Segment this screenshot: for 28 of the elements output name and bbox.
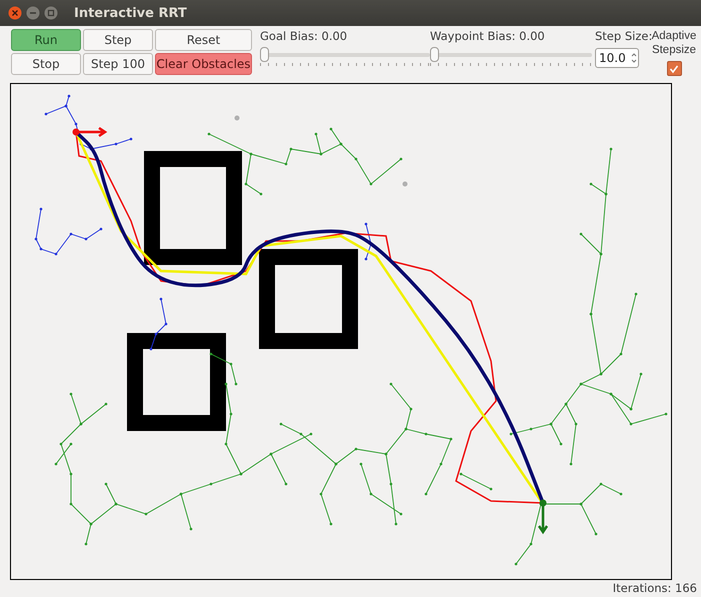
slider-thumb[interactable] [430, 47, 439, 62]
goal-arrow [538, 500, 548, 534]
waypoint-dot [234, 116, 240, 120]
minimize-icon[interactable] [26, 6, 40, 20]
rrt-canvas[interactable] [10, 83, 672, 580]
step-size-spinbox[interactable]: 10.0 [595, 48, 639, 68]
slider-label: Waypoint Bias: 0.00 [430, 29, 546, 45]
slider[interactable] [430, 47, 592, 62]
close-icon[interactable] [8, 6, 22, 20]
clear-obstacles-button[interactable]: Clear Obstacles [155, 53, 252, 75]
waypoint-dot [402, 182, 408, 186]
slider-thumb[interactable] [260, 47, 269, 62]
adaptive-stepsize-checkbox[interactable] [666, 61, 682, 76]
spin-arrows-icon[interactable] [630, 51, 638, 65]
slider[interactable] [260, 47, 430, 62]
maximize-icon[interactable] [44, 6, 58, 20]
check-icon [669, 64, 679, 74]
toolbar-button[interactable]: Step [83, 29, 153, 51]
run-button[interactable]: Run [11, 29, 81, 51]
adaptive-stepsize-label: Adaptive Stepsize [651, 29, 697, 57]
start-arrow [72, 126, 108, 138]
slider-label: Goal Bias: 0.00 [260, 29, 348, 45]
toolbar-button[interactable]: Stop [11, 53, 81, 75]
iterations-count: Iterations: 166 [612, 581, 697, 595]
window-title: Interactive RRT [74, 6, 187, 20]
step-size-label: Step Size: [595, 29, 649, 45]
toolbar-button[interactable]: Step 100 [83, 53, 153, 75]
toolbar-button[interactable]: Reset [155, 29, 252, 51]
